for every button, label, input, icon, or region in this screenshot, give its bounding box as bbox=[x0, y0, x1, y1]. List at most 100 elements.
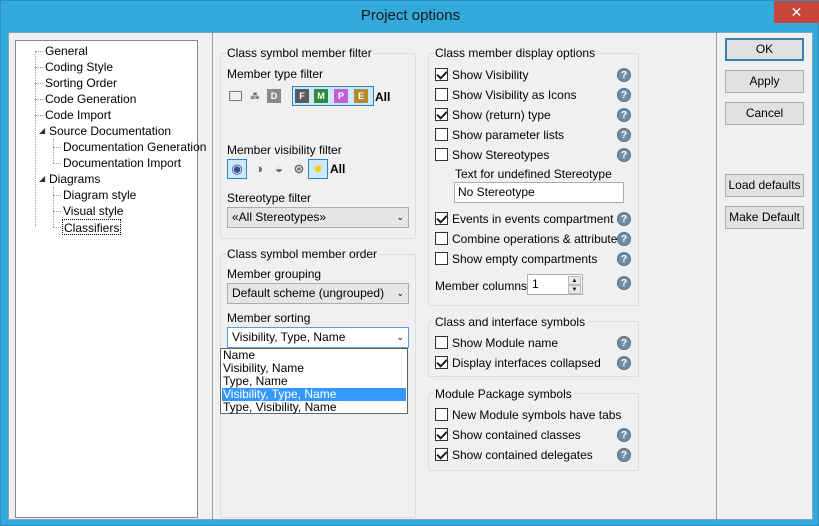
help-icon[interactable]: ? bbox=[617, 276, 631, 290]
checkbox-label: Show Module name bbox=[452, 336, 559, 350]
load-defaults-button[interactable]: Load defaults bbox=[725, 174, 804, 197]
tree-line bbox=[35, 115, 43, 116]
d-icon[interactable]: D bbox=[267, 89, 281, 103]
window-title: Project options bbox=[360, 7, 461, 24]
field-icon[interactable] bbox=[229, 91, 242, 101]
member-columns-stepper[interactable]: 1 ▲ ▼ bbox=[527, 274, 583, 295]
visibility-filter-all[interactable]: All bbox=[330, 162, 345, 176]
package-icon[interactable]: ◒ bbox=[272, 162, 286, 176]
type-filter-all[interactable]: All bbox=[375, 90, 390, 104]
public-icon[interactable]: ◉ bbox=[230, 162, 244, 176]
tree-item-coding-style[interactable]: Coding Style bbox=[45, 59, 113, 75]
p-icon[interactable]: P bbox=[334, 89, 348, 103]
ok-button[interactable]: OK bbox=[725, 38, 804, 61]
help-icon[interactable]: ? bbox=[617, 252, 631, 266]
checkbox-box[interactable] bbox=[435, 408, 448, 421]
checkbox-label: Show parameter lists bbox=[452, 128, 565, 142]
tree-item-diagram-style[interactable]: Diagram style bbox=[63, 187, 136, 203]
f-icon[interactable]: F bbox=[295, 89, 309, 103]
help-icon[interactable]: ? bbox=[617, 148, 631, 162]
tree-item-classifiers[interactable]: Classifiers bbox=[62, 219, 122, 235]
checkbox-box[interactable] bbox=[435, 336, 448, 349]
member-columns-label: Member columns bbox=[435, 279, 528, 293]
undefined-stereotype-input[interactable]: No Stereotype bbox=[454, 182, 624, 203]
chevron-down-icon: ⌄ bbox=[396, 288, 404, 298]
help-icon[interactable]: ? bbox=[617, 68, 631, 82]
spin-up-icon[interactable]: ▲ bbox=[568, 276, 581, 285]
help-icon[interactable]: ? bbox=[617, 428, 631, 442]
member-grouping-select[interactable]: Default scheme (ungrouped) ⌄ bbox=[227, 283, 409, 304]
private-icon[interactable]: ⊛ bbox=[292, 162, 306, 176]
checkbox-box[interactable] bbox=[435, 68, 448, 81]
published-icon[interactable]: ● bbox=[311, 161, 325, 176]
member-sorting-dropdown[interactable]: Name Visibility, Name Type, Name Visibil… bbox=[220, 348, 408, 414]
tree-item-code-import[interactable]: Code Import bbox=[45, 107, 111, 123]
member-type-filter-label: Member type filter bbox=[227, 67, 324, 81]
checkbox-box[interactable] bbox=[435, 428, 448, 441]
tree-line bbox=[53, 211, 61, 212]
member-visibility-filter-label: Member visibility filter bbox=[227, 143, 342, 157]
checkbox-box[interactable] bbox=[435, 212, 448, 225]
close-icon[interactable]: ✕ bbox=[774, 1, 819, 23]
title-bar: Project options ✕ bbox=[1, 1, 819, 32]
checkbox-label: Show (return) type bbox=[452, 108, 551, 122]
spin-down-icon[interactable]: ▼ bbox=[568, 285, 581, 294]
tree-line bbox=[53, 147, 61, 148]
e-icon[interactable]: E bbox=[354, 89, 368, 103]
tree-line bbox=[35, 83, 43, 84]
tree-item-source-documentation[interactable]: Source Documentation bbox=[49, 123, 171, 139]
stereotype-filter-select[interactable]: «All Stereotypes» ⌄ bbox=[227, 207, 409, 228]
member-order-title: Class symbol member order bbox=[225, 247, 380, 261]
tree-item-sorting-order[interactable]: Sorting Order bbox=[45, 75, 117, 91]
checkbox-box[interactable] bbox=[435, 128, 448, 141]
checkbox-box[interactable] bbox=[435, 252, 448, 265]
checkbox-box[interactable] bbox=[435, 232, 448, 245]
tree-item-diagrams[interactable]: Diagrams bbox=[49, 171, 100, 187]
expanded-arrow-icon[interactable]: ◢ bbox=[39, 126, 47, 136]
divider bbox=[716, 33, 717, 521]
tree-item-documentation-import[interactable]: Documentation Import bbox=[63, 155, 181, 171]
tree-line bbox=[35, 99, 43, 100]
checkbox-box[interactable] bbox=[435, 88, 448, 101]
help-icon[interactable]: ? bbox=[617, 336, 631, 350]
tree-line bbox=[53, 227, 61, 228]
dialog-client: General Coding Style Sorting Order Code … bbox=[8, 32, 813, 521]
member-sorting-label: Member sorting bbox=[227, 311, 311, 325]
tree-line bbox=[53, 139, 54, 163]
stereotype-filter-label: Stereotype filter bbox=[227, 191, 312, 205]
checkbox-box[interactable] bbox=[435, 356, 448, 369]
divider bbox=[212, 33, 213, 521]
help-icon[interactable]: ? bbox=[617, 356, 631, 370]
tree-line bbox=[53, 163, 61, 164]
cancel-button[interactable]: Cancel bbox=[725, 102, 804, 125]
make-default-button[interactable]: Make Default bbox=[725, 206, 804, 229]
member-grouping-value: Default scheme (ungrouped) bbox=[232, 286, 385, 300]
tree-item-visual-style[interactable]: Visual style bbox=[63, 203, 123, 219]
help-icon[interactable]: ? bbox=[617, 88, 631, 102]
tree-item-documentation-generation[interactable]: Documentation Generation bbox=[63, 139, 206, 155]
help-icon[interactable]: ? bbox=[617, 212, 631, 226]
checkbox-box[interactable] bbox=[435, 148, 448, 161]
property-icon[interactable]: ⁂ bbox=[248, 89, 262, 103]
member-sorting-select[interactable]: Visibility, Type, Name ⌄ bbox=[227, 327, 409, 348]
tree-item-code-generation[interactable]: Code Generation bbox=[45, 91, 136, 107]
tree-line bbox=[53, 195, 61, 196]
apply-button[interactable]: Apply bbox=[725, 70, 804, 93]
checkbox-label: Events in events compartment bbox=[452, 212, 614, 226]
member-grouping-label: Member grouping bbox=[227, 267, 322, 281]
checkbox-box[interactable] bbox=[435, 108, 448, 121]
options-tree[interactable]: General Coding Style Sorting Order Code … bbox=[15, 40, 206, 518]
help-icon[interactable]: ? bbox=[617, 232, 631, 246]
tree-line bbox=[35, 51, 43, 52]
m-icon[interactable]: M bbox=[314, 89, 328, 103]
help-icon[interactable]: ? bbox=[617, 108, 631, 122]
interface-symbols-title: Class and interface symbols bbox=[433, 315, 588, 329]
checkbox-box[interactable] bbox=[435, 448, 448, 461]
dropdown-option[interactable]: Type, Visibility, Name bbox=[222, 401, 406, 414]
tree-item-general[interactable]: General bbox=[45, 43, 88, 59]
help-icon[interactable]: ? bbox=[617, 448, 631, 462]
checkbox-label: Show Visibility bbox=[452, 68, 529, 82]
expanded-arrow-icon[interactable]: ◢ bbox=[39, 174, 47, 184]
help-icon[interactable]: ? bbox=[617, 128, 631, 142]
protected-icon[interactable]: ◑ bbox=[252, 162, 266, 176]
